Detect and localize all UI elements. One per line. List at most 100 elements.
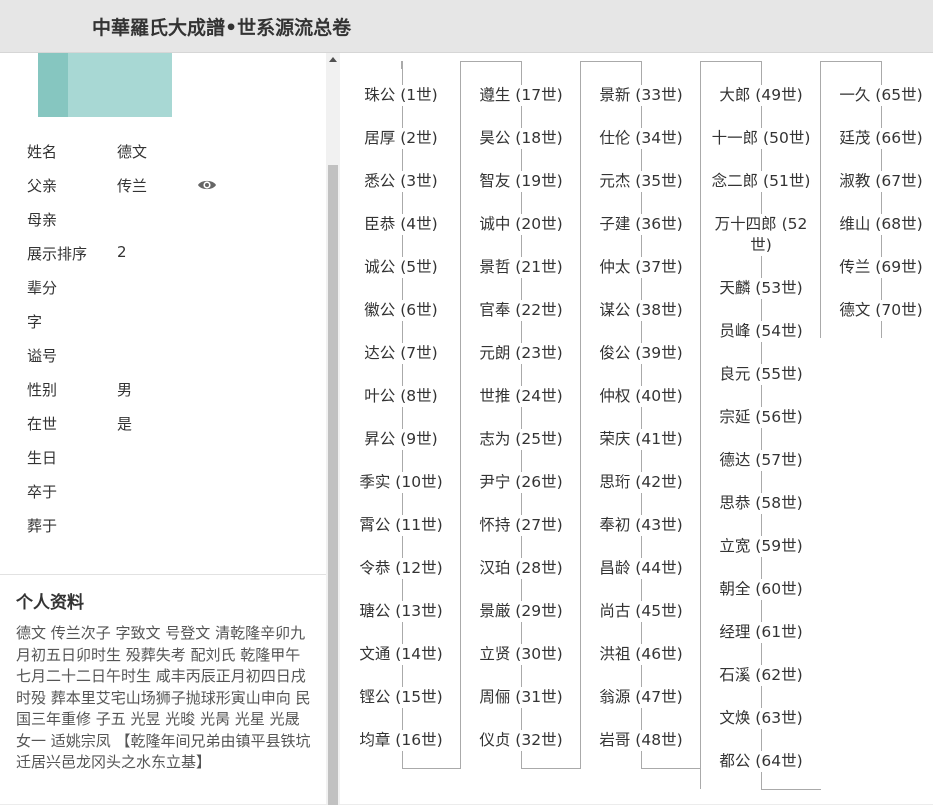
field-posthumous-name: 谥号: [27, 345, 317, 365]
generation-node[interactable]: 昌龄 (44世): [586, 558, 696, 579]
generation-node[interactable]: 翁源 (47世): [586, 687, 696, 708]
generation-node[interactable]: 宗延 (56世): [706, 407, 816, 428]
generation-node[interactable]: 奉初 (43世): [586, 515, 696, 536]
generation-node[interactable]: 文通 (14世): [346, 644, 456, 665]
generation-node[interactable]: 尹宁 (26世): [466, 472, 576, 493]
generation-node[interactable]: 居厚 (2世): [346, 128, 456, 149]
generation-node[interactable]: 经理 (61世): [706, 622, 816, 643]
connector-line: [761, 789, 821, 790]
generation-node[interactable]: 传兰 (69世): [826, 257, 933, 278]
field-birthday: 生日: [27, 447, 317, 467]
generation-node[interactable]: 元杰 (35世): [586, 171, 696, 192]
generation-node[interactable]: 文焕 (63世): [706, 708, 816, 729]
field-burial-place: 葬于: [27, 515, 317, 535]
field-label: 在世: [27, 415, 58, 433]
generation-node[interactable]: 大郎 (49世): [706, 85, 816, 106]
generation-node[interactable]: 昊公 (18世): [466, 128, 576, 149]
field-value: 男: [117, 381, 133, 399]
generation-node[interactable]: 汉珀 (28世): [466, 558, 576, 579]
eye-icon[interactable]: [197, 175, 217, 195]
generation-node[interactable]: 季实 (10世): [346, 472, 456, 493]
connector-line: [820, 61, 882, 62]
generation-node[interactable]: 臣恭 (4世): [346, 214, 456, 235]
generation-node[interactable]: 念二郎 (51世): [706, 171, 816, 192]
connector-line: [700, 61, 701, 789]
generation-node[interactable]: 景新 (33世): [586, 85, 696, 106]
generation-node[interactable]: 朝全 (60世): [706, 579, 816, 600]
generation-node[interactable]: 均章 (16世): [346, 730, 456, 751]
generation-node[interactable]: 徽公 (6世): [346, 300, 456, 321]
generation-node[interactable]: 元朗 (23世): [466, 343, 576, 364]
generation-node[interactable]: 德文 (70世): [826, 300, 933, 321]
generation-node[interactable]: 十一郎 (50世): [706, 128, 816, 149]
generation-node[interactable]: 子建 (36世): [586, 214, 696, 235]
generation-node[interactable]: 仕伦 (34世): [586, 128, 696, 149]
generation-node[interactable]: 淑教 (67世): [826, 171, 933, 192]
left-panel-scrollbar[interactable]: [326, 53, 340, 805]
generation-node[interactable]: 铿公 (15世): [346, 687, 456, 708]
generation-node[interactable]: 志为 (25世): [466, 429, 576, 450]
generation-node[interactable]: 官奉 (22世): [466, 300, 576, 321]
connector-line: [580, 61, 581, 768]
connector-line: [641, 768, 701, 769]
generation-node[interactable]: 仲权 (40世): [586, 386, 696, 407]
generation-node[interactable]: 令恭 (12世): [346, 558, 456, 579]
generation-node[interactable]: 维山 (68世): [826, 214, 933, 235]
generation-node[interactable]: 诚公 (5世): [346, 257, 456, 278]
field-label: 母亲: [27, 211, 58, 229]
generation-node[interactable]: 瑭公 (13世): [346, 601, 456, 622]
generation-node[interactable]: 俊公 (39世): [586, 343, 696, 364]
field-gender: 性别 男: [27, 379, 317, 399]
generation-node[interactable]: 尚古 (45世): [586, 601, 696, 622]
generation-node[interactable]: 叶公 (8世): [346, 386, 456, 407]
field-death-date: 卒于: [27, 481, 317, 501]
field-value: 传兰: [117, 177, 148, 195]
connector-line: [580, 61, 642, 62]
field-label: 葬于: [27, 517, 58, 535]
generation-node[interactable]: 智友 (19世): [466, 171, 576, 192]
generation-node[interactable]: 达公 (7世): [346, 343, 456, 364]
field-mother: 母亲: [27, 209, 317, 229]
field-value: 德文: [117, 143, 148, 161]
field-label: 父亲: [27, 177, 58, 195]
generation-node[interactable]: 天麟 (53世): [706, 278, 816, 299]
generation-node[interactable]: 德达 (57世): [706, 450, 816, 471]
field-label: 辈分: [27, 279, 58, 297]
generation-node[interactable]: 立贤 (30世): [466, 644, 576, 665]
generation-node[interactable]: 一久 (65世): [826, 85, 933, 106]
generation-node[interactable]: 洪祖 (46世): [586, 644, 696, 665]
generation-node[interactable]: 谋公 (38世): [586, 300, 696, 321]
generation-node[interactable]: 岩哥 (48世): [586, 730, 696, 751]
generation-node[interactable]: 景哲 (21世): [466, 257, 576, 278]
generation-node[interactable]: 员峰 (54世): [706, 321, 816, 342]
generation-node[interactable]: 昇公 (9世): [346, 429, 456, 450]
field-name: 姓名 德文: [27, 141, 317, 161]
generation-node[interactable]: 诚中 (20世): [466, 214, 576, 235]
bio-text: 德文 传兰次子 字致文 号登文 清乾隆辛卯九月初五日卯时生 殁葬失考 配刘氏 乾…: [16, 624, 311, 771]
generation-node[interactable]: 霄公 (11世): [346, 515, 456, 536]
page-title: 中華羅氏大成譜•世系源流总卷: [92, 17, 352, 39]
generation-node[interactable]: 悉公 (3世): [346, 171, 456, 192]
generation-node[interactable]: 世推 (24世): [466, 386, 576, 407]
generation-node[interactable]: 景厳 (29世): [466, 601, 576, 622]
connector-line: [820, 61, 821, 338]
generation-node[interactable]: 仲太 (37世): [586, 257, 696, 278]
generation-node[interactable]: 石溪 (62世): [706, 665, 816, 686]
generation-node[interactable]: 珠公 (1世): [346, 85, 456, 106]
scroll-thumb[interactable]: [328, 165, 338, 805]
generation-node[interactable]: 思珩 (42世): [586, 472, 696, 493]
generation-node[interactable]: 周俪 (31世): [466, 687, 576, 708]
generation-node[interactable]: 万十四郎 (52世): [711, 214, 811, 256]
generation-node[interactable]: 良元 (55世): [706, 364, 816, 385]
field-father: 父亲 传兰: [27, 175, 317, 195]
generation-node[interactable]: 荣庆 (41世): [586, 429, 696, 450]
generation-node[interactable]: 仪贞 (32世): [466, 730, 576, 751]
field-living: 在世 是: [27, 413, 317, 433]
generation-node[interactable]: 遵生 (17世): [466, 85, 576, 106]
generation-node[interactable]: 怀持 (27世): [466, 515, 576, 536]
generation-node[interactable]: 思恭 (58世): [706, 493, 816, 514]
generation-node[interactable]: 都公 (64世): [706, 751, 816, 772]
generation-node[interactable]: 立宽 (59世): [706, 536, 816, 557]
generation-node[interactable]: 廷茂 (66世): [826, 128, 933, 149]
scroll-up-arrow-icon[interactable]: [329, 57, 337, 62]
